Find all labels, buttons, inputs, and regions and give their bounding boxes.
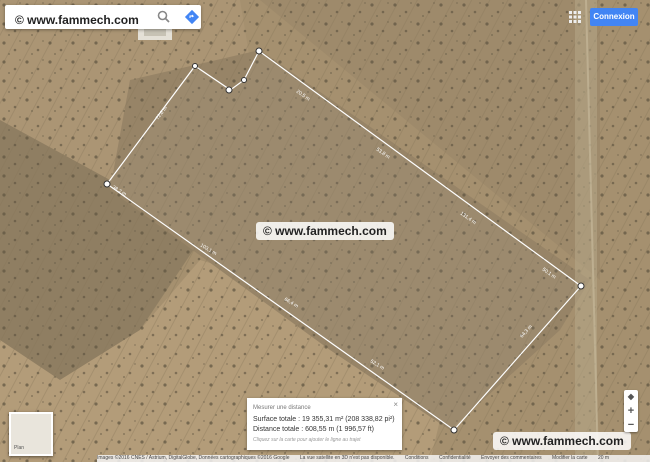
zoom-in-button[interactable]: +	[624, 404, 638, 418]
apps-grid-icon[interactable]	[567, 9, 583, 25]
view3d-notice: La vue satellite en 3D n'est pas disponi…	[299, 455, 395, 461]
scale-value: 20 m	[597, 455, 610, 461]
zoom-controls: ◆ + −	[624, 390, 638, 432]
map-type-label: Plan	[14, 445, 25, 451]
attribution: Images ©2016 CNES / Astrium, DigitalGlob…	[97, 455, 290, 461]
measure-distance-panel: Mesurer une distance × Surface totale : …	[247, 398, 402, 450]
compass-icon[interactable]: ◆	[624, 390, 638, 404]
total-area: Surface totale : 19 355,31 m² (208 338,8…	[253, 416, 395, 423]
watermark: © www.fammech.com	[493, 432, 631, 450]
total-distance: Distance totale : 608,55 m (1 996,57 ft)	[253, 426, 375, 433]
measure-title: Mesurer une distance	[253, 405, 311, 411]
edit-map-link[interactable]: Modifier la carte	[552, 455, 588, 461]
signin-button[interactable]: Connexion	[590, 8, 638, 26]
map-type-toggle[interactable]: Plan	[9, 412, 53, 456]
zoom-out-button[interactable]: −	[624, 418, 638, 432]
privacy-link[interactable]: Confidentialité	[439, 455, 471, 461]
terms-link[interactable]: Conditions	[405, 455, 429, 461]
watermark: © www.fammech.com	[256, 222, 394, 240]
directions-icon[interactable]	[183, 8, 201, 26]
measure-hint: Cliquez sur la carte pour ajouter le lig…	[253, 437, 361, 443]
watermark: © www.fammech.com	[8, 11, 146, 29]
search-icon[interactable]	[155, 8, 173, 26]
feedback-link[interactable]: Envoyer des commentaires	[481, 455, 542, 461]
close-icon[interactable]: ×	[393, 400, 398, 409]
map-footer: Images ©2016 CNES / Astrium, DigitalGlob…	[97, 455, 650, 462]
